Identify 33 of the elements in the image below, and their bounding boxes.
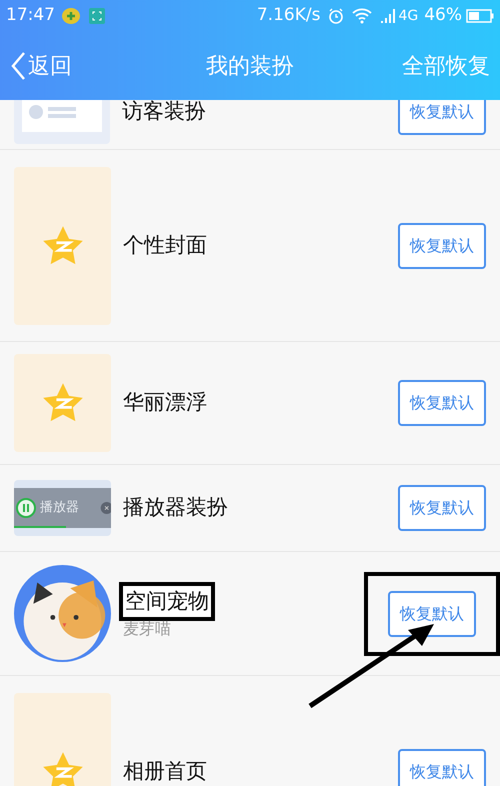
scan-icon: [89, 8, 105, 24]
profile-card-icon: [22, 100, 102, 132]
battery-icon: [466, 9, 494, 23]
item-title: 访客装扮: [122, 100, 206, 125]
network-type: 4G: [398, 6, 418, 26]
star-logo-icon: [40, 750, 84, 786]
close-icon: [99, 501, 111, 515]
app-icon: [61, 7, 81, 25]
restore-default-button[interactable]: 恢复默认: [398, 100, 486, 134]
page-title: 我的装扮: [206, 52, 294, 80]
player-label: 播放器: [40, 499, 79, 518]
restore-all-button[interactable]: 全部恢复: [402, 50, 490, 82]
alarm-icon: [328, 8, 344, 24]
item-subtitle: 麦芽喵: [123, 618, 171, 640]
restore-default-button[interactable]: 恢复默认: [388, 590, 476, 636]
clock: 17:47: [6, 4, 55, 28]
signal-icon: [380, 8, 396, 24]
restore-default-button[interactable]: 恢复默认: [398, 748, 486, 786]
item-title: 播放器装扮: [123, 494, 228, 522]
chevron-left-icon: [10, 51, 26, 81]
restore-default-button[interactable]: 恢复默认: [398, 380, 486, 426]
pause-icon: [16, 498, 36, 518]
item-title: 华丽漂浮: [123, 389, 207, 416]
network-speed: 7.16K/s: [256, 4, 320, 28]
restore-default-button[interactable]: 恢复默认: [398, 222, 486, 268]
item-title: 相册首页: [123, 758, 207, 785]
wifi-icon: [352, 8, 372, 24]
back-button[interactable]: 返回: [10, 50, 72, 82]
item-title: 空间宠物: [123, 586, 211, 618]
restore-default-button[interactable]: 恢复默认: [398, 485, 486, 531]
battery-percent: 46%: [424, 4, 462, 28]
cat-avatar-icon: [14, 565, 111, 662]
item-title: 个性封面: [123, 232, 207, 259]
